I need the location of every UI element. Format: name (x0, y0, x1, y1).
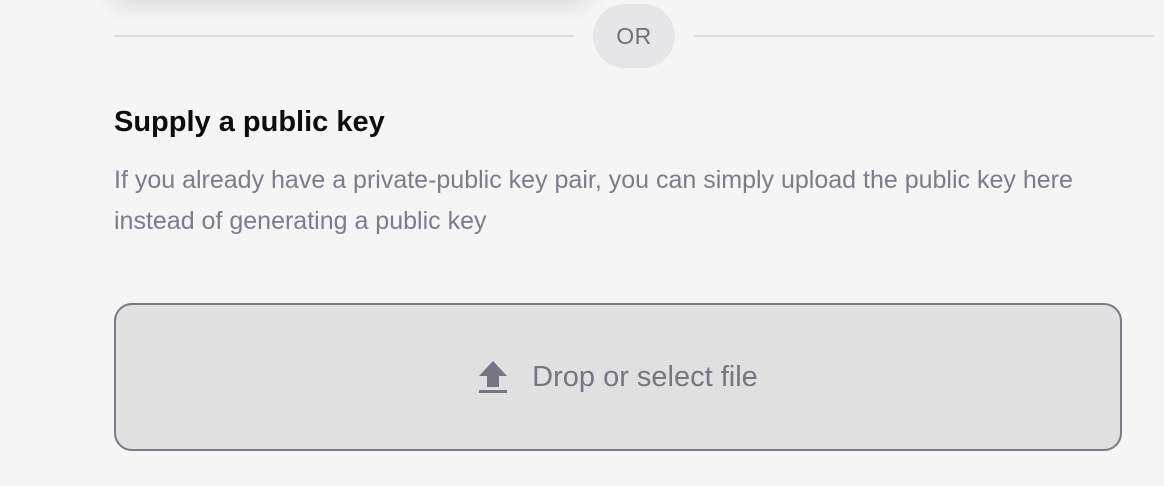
or-label: OR (593, 4, 675, 68)
or-divider: OR (114, 4, 1154, 68)
divider-line-right (694, 35, 1154, 37)
dropzone-label: Drop or select file (532, 360, 758, 393)
upload-icon (478, 360, 508, 394)
file-dropzone[interactable]: Drop or select file (114, 303, 1122, 451)
divider-line-left (114, 35, 574, 37)
section-description: If you already have a private-public key… (114, 166, 1073, 235)
section-title: Supply a public key (114, 106, 385, 138)
